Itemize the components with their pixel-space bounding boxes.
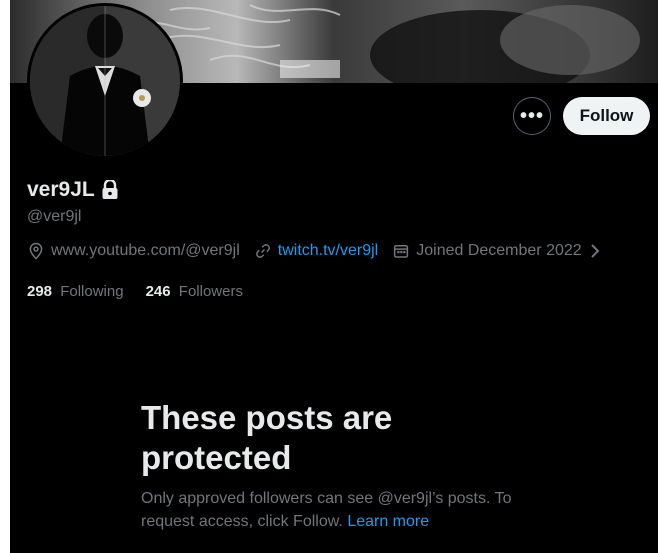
window-edge: [0, 0, 10, 553]
learn-more-link[interactable]: Learn more: [347, 513, 429, 530]
profile-meta: www.youtube.com/@ver9jl twitch.tv/ver9jl…: [27, 242, 602, 260]
handle: @ver9jl: [27, 208, 82, 225]
protected-body: Only approved followers can see @ver9jl’…: [141, 490, 512, 530]
followers-count: 246: [145, 283, 171, 300]
follow-button[interactable]: Follow: [563, 97, 650, 135]
follow-counts: 298 Following 246 Followers: [27, 283, 265, 300]
more-options-button[interactable]: •••: [513, 97, 551, 135]
location-icon: [29, 242, 43, 260]
avatar-image: [30, 6, 180, 156]
link-item[interactable]: twitch.tv/ver9jl: [254, 242, 378, 260]
following-label: Following: [60, 283, 124, 300]
followers-label: Followers: [178, 283, 243, 300]
profile-page: ••• Follow ver9JL @ver9jl www.youtube.co…: [0, 0, 658, 553]
protected-title: These posts are protected: [141, 399, 393, 476]
more-icon: •••: [519, 104, 544, 127]
link-icon: [255, 244, 270, 258]
followers-link[interactable]: 246 Followers: [146, 283, 243, 300]
link-text[interactable]: twitch.tv/ver9jl: [278, 242, 378, 260]
joined-text: Joined December 2022: [416, 242, 582, 259]
lock-icon: [102, 180, 118, 199]
chevron-right-icon[interactable]: [588, 242, 602, 260]
display-name: ver9JL: [27, 178, 119, 202]
following-count: 298: [27, 283, 53, 300]
display-name-text: ver9JL: [27, 178, 95, 201]
website-text: www.youtube.com/@ver9jl: [51, 242, 240, 259]
avatar[interactable]: [27, 3, 183, 159]
following-link[interactable]: 298 Following: [27, 283, 124, 300]
calendar-icon: [394, 245, 409, 258]
joined-item: Joined December 2022: [392, 242, 582, 260]
protected-message: Only approved followers can see @ver9jl’…: [141, 487, 541, 533]
website-item: www.youtube.com/@ver9jl: [27, 242, 240, 260]
follow-label: Follow: [579, 106, 634, 125]
